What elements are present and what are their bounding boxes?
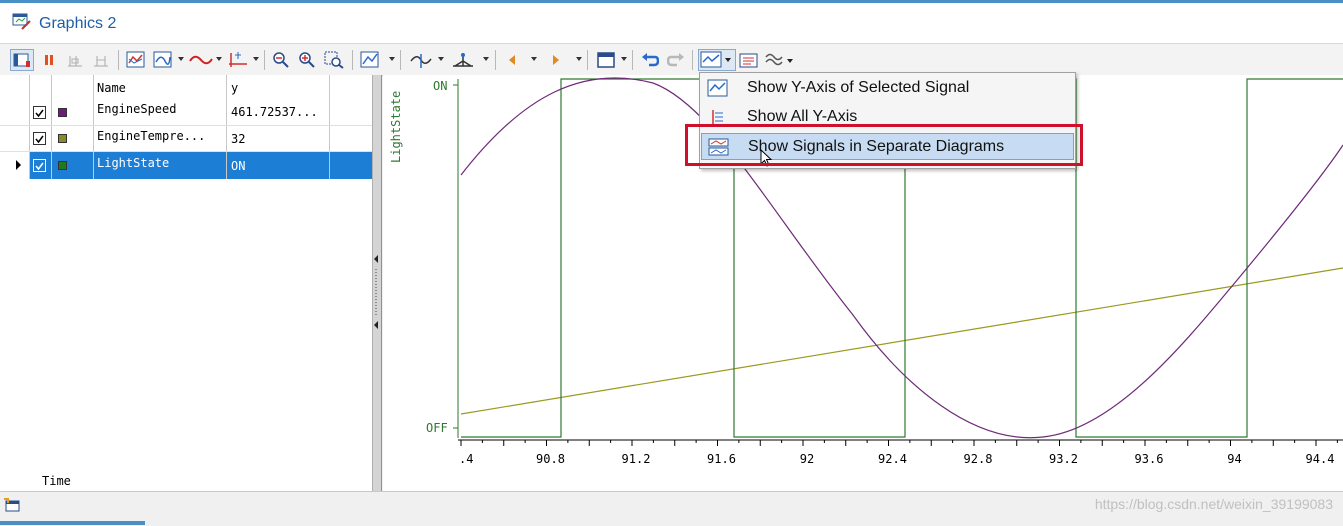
toolbar-separator — [587, 50, 588, 70]
window-dropdown[interactable] — [621, 57, 627, 61]
column-header-name[interactable]: Name — [97, 81, 126, 95]
signal-color-swatch — [58, 108, 67, 117]
signal-color-swatch — [58, 161, 67, 170]
cursor-dropdown[interactable] — [483, 57, 489, 61]
signal-row-light-state[interactable]: LightState ON — [0, 151, 372, 179]
x-tick-label: 91.6 — [707, 452, 736, 466]
signal-name: EngineTempre... — [97, 129, 206, 143]
toolbar-separator — [632, 50, 633, 70]
engine-temp-series — [460, 267, 1343, 415]
graphics-window-icon — [12, 13, 32, 31]
axis-scale-dropdown[interactable] — [253, 57, 259, 61]
signal-row-engine-speed[interactable]: EngineSpeed 461.72537... — [0, 99, 372, 125]
signal-style-dropdown[interactable] — [178, 57, 184, 61]
pause-icon[interactable] — [40, 49, 58, 71]
export-icon[interactable] — [764, 49, 794, 71]
measure-diff-icon[interactable] — [90, 49, 112, 71]
x-axis-ticks — [460, 440, 1338, 446]
curve-dropdown[interactable] — [216, 57, 222, 61]
signal-row-engine-temp[interactable]: EngineTempre... 32 — [0, 125, 372, 151]
window-title: Graphics 2 — [39, 15, 117, 32]
x-tick-label: 94.4 — [1306, 452, 1335, 466]
x-tick-label: 90.8 — [536, 452, 565, 466]
column-divider — [329, 75, 330, 179]
zoom-out-icon[interactable] — [270, 49, 292, 71]
toolbar-separator — [692, 50, 693, 70]
row-divider — [0, 125, 372, 126]
next-dropdown[interactable] — [576, 57, 582, 61]
zoom-box-icon[interactable] — [322, 49, 346, 71]
y-axis-line — [453, 79, 459, 438]
status-icon — [3, 497, 21, 516]
toolbar-separator — [264, 50, 265, 70]
panel-splitter[interactable] — [372, 75, 382, 491]
x-tick-label: 91.2 — [622, 452, 651, 466]
table-header: Name y — [0, 75, 372, 101]
menu-item-show-y-axis-selected[interactable]: Show Y-Axis of Selected Signal — [701, 75, 1074, 102]
signal-checkbox[interactable] — [33, 159, 46, 172]
marker-dropdown[interactable] — [438, 57, 444, 61]
x-tick-label: .4 — [459, 452, 473, 466]
y-axis-view-icon[interactable] — [698, 49, 736, 71]
x-axis-tick-labels: .490.891.291.69292.492.893.293.69494.494… — [459, 452, 1335, 466]
measure-icon[interactable] — [64, 49, 86, 71]
signal-checkbox[interactable] — [33, 132, 46, 145]
column-divider — [93, 75, 94, 179]
signal-color-swatch — [58, 134, 67, 143]
y-label-on: ON — [433, 79, 447, 93]
toolbar — [0, 44, 1343, 76]
prev-icon[interactable] — [503, 49, 521, 71]
status-accent — [0, 521, 145, 525]
signal-style-icon[interactable] — [151, 49, 175, 71]
column-header-value[interactable]: y — [231, 81, 238, 95]
title-bar: Graphics 2 — [0, 3, 1343, 44]
axis-scale-icon[interactable] — [226, 49, 250, 71]
fit-dropdown[interactable] — [389, 57, 395, 61]
y-label-off: OFF — [426, 421, 448, 435]
watermark-text: https://blog.csdn.net/weixin_39199083 — [1094, 496, 1333, 512]
x-tick-label: 92.4 — [878, 452, 907, 466]
signal-value: 32 — [231, 132, 246, 146]
toolbar-separator — [495, 50, 496, 70]
column-divider — [51, 75, 52, 179]
toolbar-separator — [400, 50, 401, 70]
time-axis-label: Time — [42, 474, 71, 488]
menu-item-label: Show Y-Axis of Selected Signal — [747, 79, 970, 96]
x-tick-label: 92.8 — [964, 452, 993, 466]
column-divider — [29, 75, 30, 179]
signal-config-icon[interactable] — [124, 49, 148, 71]
x-tick-label: 92 — [800, 452, 814, 466]
zoom-in-icon[interactable] — [296, 49, 318, 71]
cursor-icon[interactable] — [448, 49, 478, 71]
row-divider — [0, 151, 372, 152]
signal-checkbox[interactable] — [33, 106, 46, 119]
next-icon[interactable] — [547, 49, 565, 71]
signal-list-icon[interactable] — [738, 49, 762, 71]
undo-icon[interactable] — [640, 49, 660, 71]
x-tick-label: 94 — [1227, 452, 1241, 466]
graphics-layout-icon[interactable] — [10, 49, 34, 71]
signal-value: ON — [231, 159, 246, 173]
signal-name: LightState — [97, 156, 170, 170]
x-tick-label: 93.2 — [1049, 452, 1078, 466]
toolbar-separator — [118, 50, 119, 70]
x-tick-label: 93.6 — [1135, 452, 1164, 466]
toolbar-separator — [352, 50, 353, 70]
highlight-box — [685, 124, 1083, 166]
prev-dropdown[interactable] — [531, 57, 537, 61]
curve-icon[interactable] — [188, 49, 214, 71]
signal-name: EngineSpeed — [97, 102, 177, 116]
row-pointer-icon — [16, 160, 21, 170]
y-axis-selected-icon — [707, 79, 729, 98]
window-icon[interactable] — [594, 49, 618, 71]
selected-row-highlight — [30, 151, 372, 179]
fit-icon[interactable] — [358, 49, 384, 71]
column-divider — [226, 75, 227, 179]
marker-icon[interactable] — [408, 49, 434, 71]
y-axis-title: LightState — [389, 91, 403, 163]
redo-icon[interactable] — [666, 49, 686, 71]
signal-value: 461.72537... — [231, 105, 318, 119]
signal-list-panel: Name y EngineSpeed 461.72537... EngineTe… — [0, 75, 374, 491]
